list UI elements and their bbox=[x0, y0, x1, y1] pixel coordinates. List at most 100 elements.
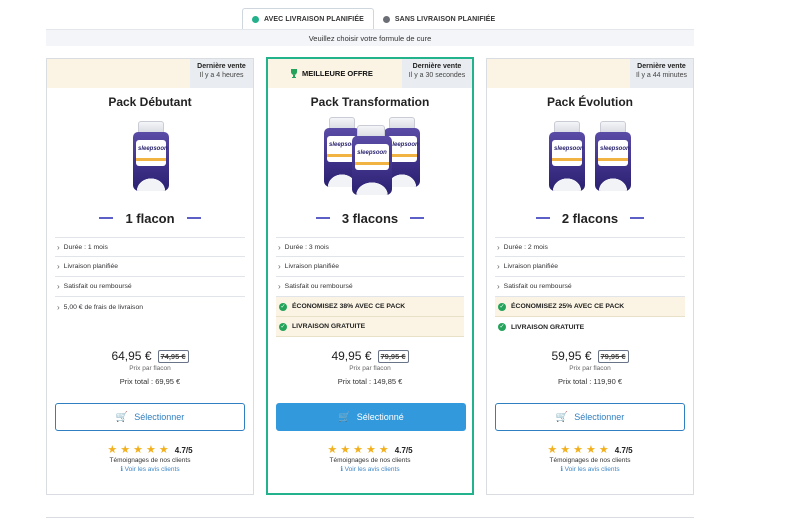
star-icon: ★ bbox=[378, 444, 389, 456]
chevron-right-icon: › bbox=[497, 262, 500, 271]
chevron-right-icon: › bbox=[57, 302, 60, 312]
quantity-heading: 1 flacon bbox=[47, 210, 253, 226]
select-button-label: Sélectionner bbox=[134, 412, 185, 422]
select-button[interactable]: 🛒 Sélectionner bbox=[495, 403, 685, 431]
cart-icon: 🛒 bbox=[338, 411, 351, 423]
quantity-heading: 2 flacons bbox=[487, 210, 693, 226]
price-per-bottle-label: Prix par flacon bbox=[569, 365, 611, 372]
selected-button[interactable]: 🛒 Sélectionné bbox=[276, 403, 466, 431]
chevron-right-icon: › bbox=[57, 282, 60, 291]
check-circle-icon: ✓ bbox=[498, 302, 506, 311]
chevron-right-icon: › bbox=[57, 262, 60, 271]
rating-block: ★ ★ ★ ★ ★ 4.7/5 Témoignages de nos clients ℹ … bbox=[487, 444, 693, 474]
last-sale-time: Il y a 44 minutes bbox=[636, 72, 687, 79]
star-icon: ★ bbox=[353, 444, 364, 456]
current-price: 64,95 € bbox=[111, 349, 152, 363]
highlight-item: ✓ LIVRAISON GRATUITE bbox=[495, 317, 685, 337]
last-sale-time: Il y a 4 heures bbox=[199, 72, 244, 79]
cart-icon: 🛒 bbox=[555, 411, 569, 423]
choose-formula-subtitle: Veuillez choisir votre formule de cure bbox=[46, 29, 694, 46]
quantity-text: 1 flacon bbox=[125, 210, 175, 226]
bottle-image: sleepsoon bbox=[133, 121, 169, 191]
quantity-heading: 3 flacons bbox=[268, 210, 472, 226]
feature-list: › Durée : 3 mois › Livraison planifiée › Sa… bbox=[276, 237, 464, 337]
last-sale-title: Dernière vente bbox=[197, 63, 246, 70]
total-price: Prix total : 69,95 € bbox=[119, 377, 181, 386]
testimonials-label: Témoignages de nos clients bbox=[109, 457, 191, 464]
feature-item: › Satisfait ou remboursé bbox=[55, 277, 245, 297]
star-icon: ★ bbox=[366, 444, 376, 456]
tab-with-planned-delivery[interactable]: AVEC LIVRAISON PLANIFIÉE bbox=[242, 8, 374, 30]
last-sale-tag: Dernière vente Il y a 30 secondes bbox=[402, 59, 472, 88]
feature-item: › Satisfait ou remboursé bbox=[276, 277, 464, 297]
chevron-right-icon: › bbox=[57, 242, 60, 252]
chevron-right-icon: › bbox=[278, 242, 281, 252]
pack-title: Pack Transformation bbox=[310, 95, 430, 109]
chevron-right-icon: › bbox=[278, 282, 281, 291]
delivery-tabs: AVEC LIVRAISON PLANIFIÉE SANS LIVRAISON … bbox=[242, 8, 504, 30]
feature-list: › Durée : 2 mois › Livraison planifiée › Sa… bbox=[495, 237, 685, 337]
star-icon: ★ bbox=[598, 444, 609, 456]
price-block: 59,95 € 79,95 € Prix par flacon Prix tot… bbox=[487, 349, 693, 386]
product-image: sleepsoon sleepsoon bbox=[487, 115, 693, 203]
feature-item: › Durée : 1 mois bbox=[55, 237, 245, 257]
chevron-right-icon: › bbox=[497, 282, 500, 291]
feature-item: › 5,00 € de frais de livraison bbox=[57, 302, 144, 312]
select-button-label: Sélectionné bbox=[356, 412, 404, 422]
card-banner: Dernière vente Il y a 4 heures bbox=[47, 59, 253, 88]
see-reviews-link[interactable]: ℹ Voir les avis clients bbox=[47, 465, 253, 473]
pack-title: Pack Évolution bbox=[546, 95, 634, 109]
price-per-bottle-label: Prix par flacon bbox=[129, 365, 171, 372]
last-sale-title: Dernière vente bbox=[637, 63, 686, 70]
pack-card-debutant: Dernière vente Il y a 4 heures Pack Débu… bbox=[46, 58, 254, 495]
product-image: sleepsoon sleepsoon sleepsoon bbox=[268, 115, 472, 203]
star-icon: ★ bbox=[573, 444, 584, 456]
star-icon: ★ bbox=[120, 444, 131, 456]
select-button[interactable]: 🛒 Sélectionner bbox=[55, 403, 245, 431]
tab-label: AVEC LIVRAISON PLANIFIÉE bbox=[264, 16, 364, 23]
last-sale-time: Il y a 30 secondes bbox=[408, 72, 466, 79]
feature-item: › Livraison planifiée bbox=[495, 257, 685, 277]
rating-score: 4.7/5 bbox=[394, 446, 413, 455]
select-button-label: Sélectionner bbox=[574, 412, 625, 422]
star-icon: ★ bbox=[340, 444, 351, 456]
rating-score: 4.7/5 bbox=[174, 446, 193, 455]
price-block: 49,95 € 79,95 € Prix par flacon Prix tot… bbox=[268, 349, 472, 386]
card-banner: Dernière vente Il y a 44 minutes bbox=[487, 59, 693, 88]
star-icon: ★ bbox=[146, 444, 156, 456]
best-offer-badge: MEILLEURE OFFRE bbox=[290, 69, 373, 78]
feature-list: › Durée : 1 mois › Livraison planifiée › Sa… bbox=[55, 237, 245, 317]
pack-card-evolution: Dernière vente Il y a 44 minutes Pack Év… bbox=[486, 58, 694, 495]
chevron-right-icon: › bbox=[278, 262, 281, 271]
price-block: 64,95 € 74,95 € Prix par flacon Prix tot… bbox=[47, 349, 253, 386]
see-reviews-link[interactable]: ℹ Voir les avis clients bbox=[268, 465, 472, 473]
last-sale-tag: Dernière vente Il y a 4 heures bbox=[190, 59, 253, 88]
card-banner: MEILLEURE OFFRE Dernière vente Il y a 30… bbox=[268, 59, 472, 88]
check-circle-icon: ✓ bbox=[498, 323, 506, 331]
check-circle-icon: ✓ bbox=[279, 302, 287, 311]
star-icon: ★ bbox=[586, 444, 596, 456]
star-icon: ★ bbox=[158, 444, 169, 456]
highlight-item: ✓ LIVRAISON GRATUITE bbox=[276, 317, 464, 337]
old-price: 79,95 € bbox=[377, 349, 409, 363]
feature-item: › Livraison planifiée bbox=[55, 257, 245, 277]
testimonials-label: Témoignages de nos clients bbox=[549, 457, 631, 464]
quantity-text: 3 flacons bbox=[341, 210, 399, 226]
feature-item: › Durée : 3 mois bbox=[276, 237, 464, 257]
feature-item: › Durée : 2 mois bbox=[495, 237, 685, 257]
highlight-item: ✓ ÉCONOMISEZ 25% AVEC CE PACK bbox=[495, 297, 685, 317]
current-price: 59,95 € bbox=[551, 349, 592, 363]
star-icon: ★ bbox=[133, 444, 144, 456]
star-icon: ★ bbox=[547, 444, 558, 456]
star-icon: ★ bbox=[107, 444, 118, 456]
tab-without-planned-delivery[interactable]: SANS LIVRAISON PLANIFIÉE bbox=[374, 8, 504, 30]
highlight-item: ✓ ÉCONOMISEZ 38% AVEC CE PACK bbox=[276, 297, 464, 317]
pack-card-transformation: MEILLEURE OFFRE Dernière vente Il y a 30… bbox=[266, 57, 474, 495]
bottle-image: sleepsoon bbox=[549, 121, 585, 191]
last-sale-title: Dernière vente bbox=[412, 63, 462, 70]
rating-block: ★ ★ ★ ★ ★ 4.7/5 Témoignages de nos clients ℹ … bbox=[47, 444, 253, 474]
product-image: sleepsoon bbox=[47, 115, 253, 203]
star-icon: ★ bbox=[327, 444, 338, 456]
see-reviews-link[interactable]: ℹ Voir les avis clients bbox=[487, 465, 693, 473]
chevron-right-icon: › bbox=[497, 242, 500, 252]
